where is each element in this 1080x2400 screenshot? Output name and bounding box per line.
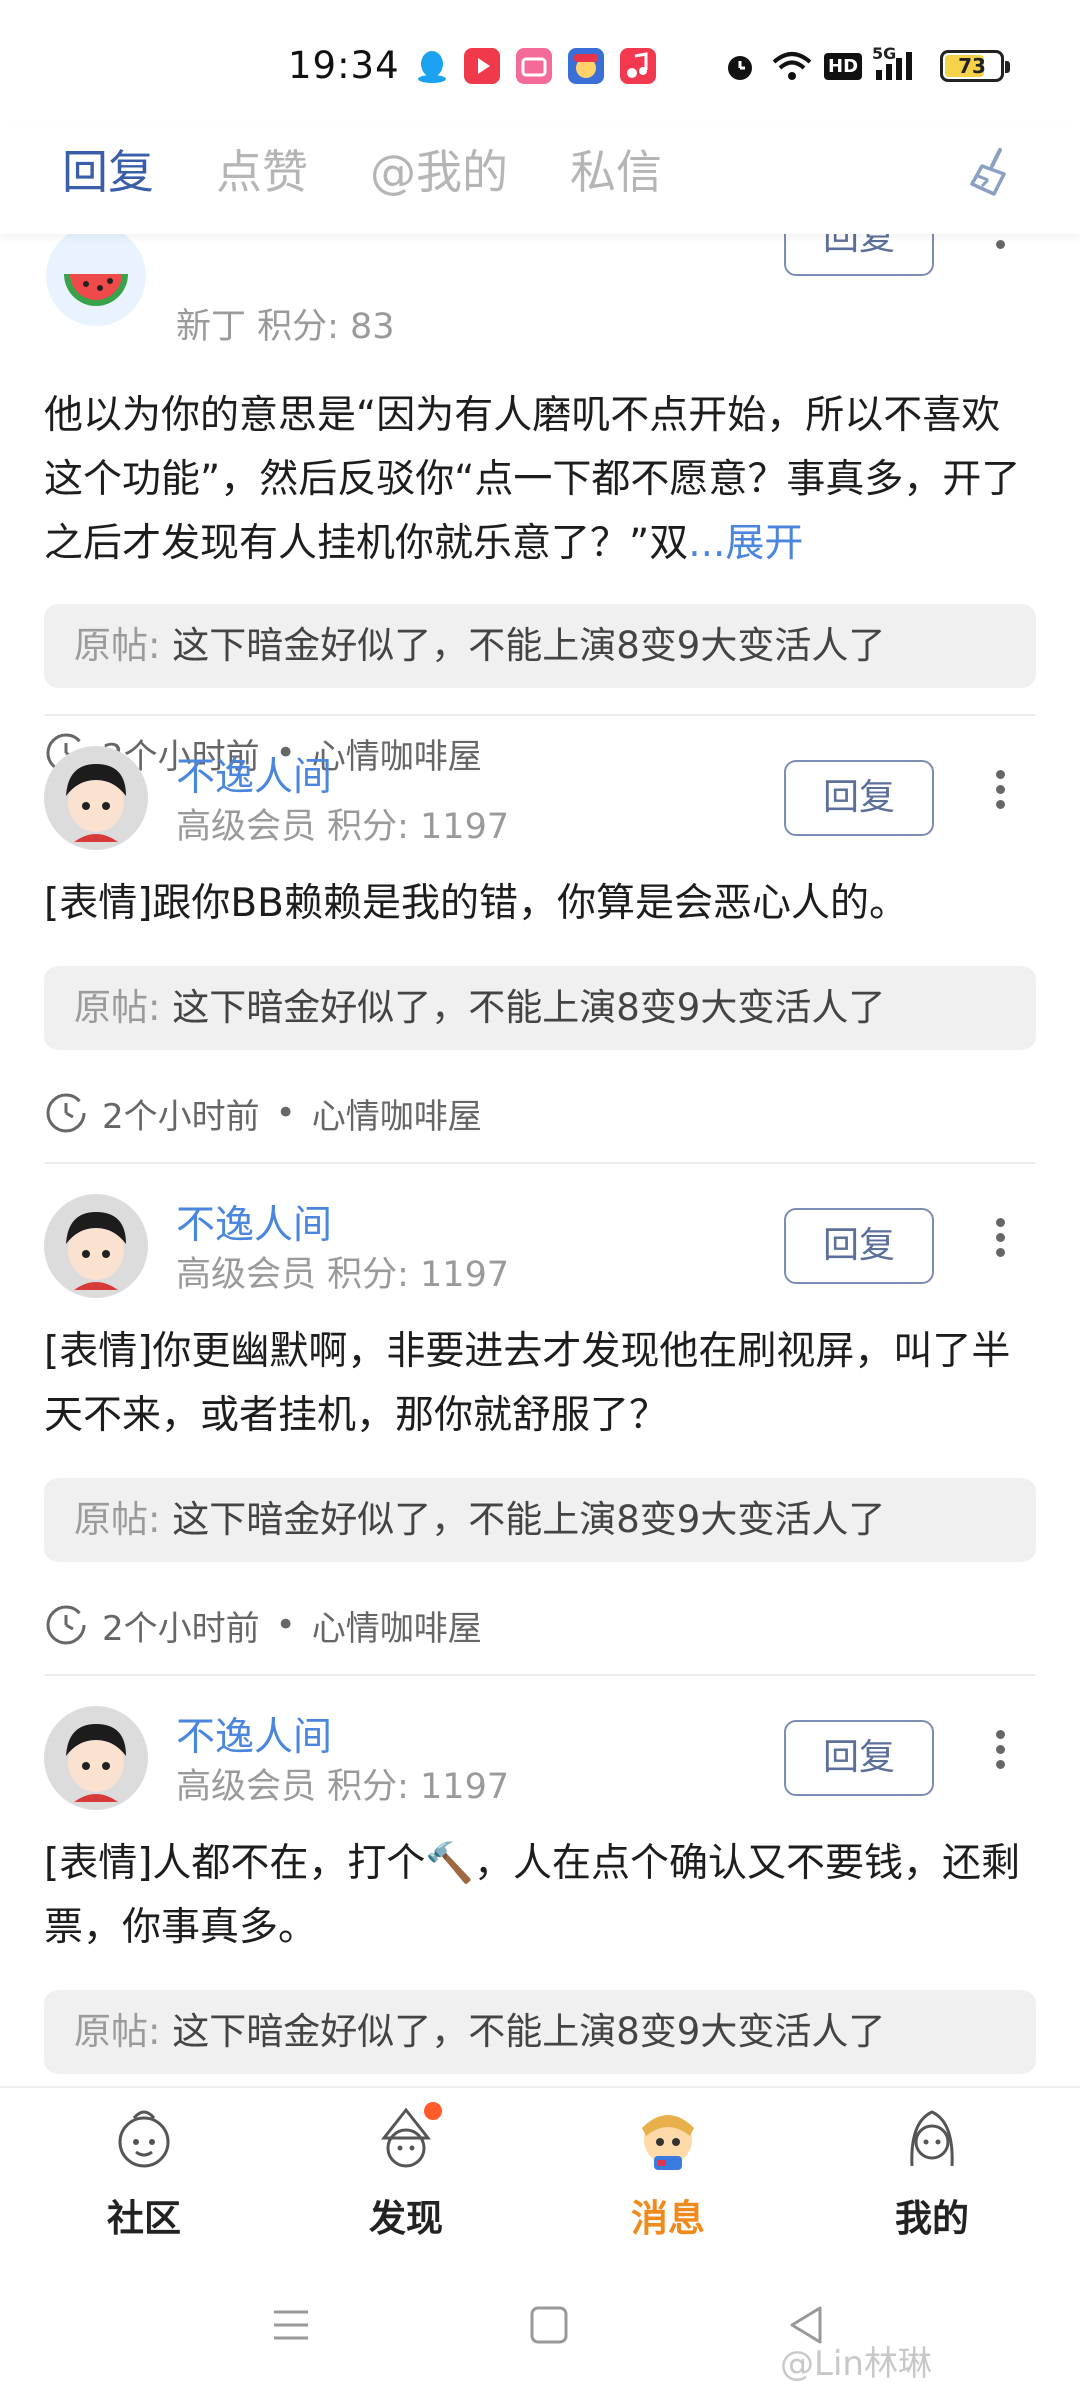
community-icon xyxy=(118,2110,170,2168)
reply-meta: 2个小时前 • 心情咖啡屋 xyxy=(44,1600,482,1650)
avatar[interactable] xyxy=(44,1194,148,1298)
reply-meta: 2个小时前 • 心情咖啡屋 xyxy=(44,1088,482,1138)
avatar[interactable] xyxy=(44,234,148,328)
original-post-label: 原帖: xyxy=(74,624,161,667)
nav-messages-label: 消息 xyxy=(631,2197,705,2240)
tab-reply[interactable]: 回复 xyxy=(62,136,154,202)
original-post-title: 这下暗金好似了，不能上演8变9大变活人了 xyxy=(172,2010,886,2053)
list-item[interactable]: 不逸人间 高级会员 积分: 1197 回复 [表情]跟你BB赖赖是我的错，你算是… xyxy=(44,746,1036,1166)
hd-icon: HD xyxy=(824,46,863,86)
nav-discover-label: 发现 xyxy=(369,2197,443,2240)
nav-profile[interactable]: 我的 xyxy=(852,2102,1012,2252)
user-meta: 新丁 积分: 83 xyxy=(176,307,395,347)
list-item[interactable]: 不逸人间 高级会员 积分: 1197 回复 [表情]你更幽默啊，非要进去才发现他… xyxy=(44,1194,1036,1674)
nav-profile-label: 我的 xyxy=(895,2197,969,2240)
nav-discover[interactable]: 发现 xyxy=(326,2102,486,2252)
colg-icon xyxy=(568,48,604,84)
reply-time: 2个小时前 xyxy=(102,1608,260,1649)
reply-text-content: 他以为你的意思是“因为有人磨叽不点开始，所以不喜欢这个功能”，然后反驳你“点一下… xyxy=(44,393,1021,566)
more-options-icon[interactable] xyxy=(990,1724,1010,1784)
more-options-icon[interactable] xyxy=(990,764,1010,824)
broom-clear-icon[interactable] xyxy=(964,144,1020,200)
bottom-navigation: 社区 发现 消息 我的 xyxy=(0,2086,1080,2256)
reply-button[interactable]: 回复 xyxy=(784,760,934,836)
system-navigation-bar: @Lin林琳 xyxy=(0,2256,1080,2400)
user-meta: 高级会员 积分: 1197 xyxy=(176,1255,510,1295)
original-post-label: 原帖: xyxy=(74,986,161,1029)
notification-badge xyxy=(424,2102,442,2120)
message-icon xyxy=(642,2115,694,2170)
tab-private-messages[interactable]: 私信 xyxy=(570,136,662,202)
qq-icon xyxy=(414,48,450,84)
board-name[interactable]: 心情咖啡屋 xyxy=(312,1601,482,1650)
reply-list: 回复 新丁 积分: 83 他以为你的意思是“因为有人磨叽不点开始，所以不喜欢这个… xyxy=(0,234,1080,2086)
reply-text[interactable]: [表情]人都不在，打个🔨，人在点个确认又不要钱，还剩票，你事真多。 xyxy=(44,1832,1036,1960)
original-post[interactable]: 原帖: 这下暗金好似了，不能上演8变9大变活人了 xyxy=(44,1990,1036,2074)
reply-button[interactable]: 回复 xyxy=(784,1208,934,1284)
board-name[interactable]: 心情咖啡屋 xyxy=(312,1089,482,1138)
original-post[interactable]: 原帖: 这下暗金好似了，不能上演8变9大变活人了 xyxy=(44,1478,1036,1562)
profile-icon xyxy=(910,2110,954,2167)
reply-text[interactable]: 他以为你的意思是“因为有人磨叽不点开始，所以不喜欢这个功能”，然后反驳你“点一下… xyxy=(44,384,1036,576)
menu-icon[interactable] xyxy=(266,2300,316,2350)
music-app-icon xyxy=(620,48,656,84)
original-post-label: 原帖: xyxy=(74,1498,161,1541)
battery-percent: 73 xyxy=(958,54,986,78)
more-options-icon[interactable] xyxy=(990,1212,1010,1272)
user-meta: 高级会员 积分: 1197 xyxy=(176,1767,510,1807)
nav-community-label: 社区 xyxy=(107,2197,181,2240)
wifi-icon xyxy=(770,46,814,86)
reply-button[interactable]: 回复 xyxy=(784,1720,934,1796)
status-bar: 19:34 HD 5G 73 xyxy=(0,0,1080,128)
original-post-label: 原帖: xyxy=(74,2010,161,2053)
nav-messages[interactable]: 消息 xyxy=(588,2102,748,2252)
user-name[interactable]: 不逸人间 xyxy=(176,1706,332,1762)
reply-time: 2个小时前 xyxy=(102,1096,260,1137)
divider xyxy=(44,1162,1036,1164)
user-name[interactable]: 不逸人间 xyxy=(176,746,332,802)
avatar[interactable] xyxy=(44,1706,148,1810)
divider xyxy=(44,714,1036,716)
tab-likes[interactable]: 点赞 xyxy=(216,136,308,202)
clock-icon xyxy=(46,1093,86,1133)
status-time: 19:34 xyxy=(288,44,400,87)
expand-link[interactable]: ...展开 xyxy=(688,521,803,566)
user-meta: 高级会员 积分: 1197 xyxy=(176,807,510,847)
nav-community[interactable]: 社区 xyxy=(64,2102,224,2252)
signal-icon: 5G xyxy=(872,44,922,86)
home-icon[interactable] xyxy=(524,2300,574,2350)
original-post-title: 这下暗金好似了，不能上演8变9大变活人了 xyxy=(172,986,886,1029)
original-post-title: 这下暗金好似了，不能上演8变9大变活人了 xyxy=(172,1498,886,1541)
original-post-title: 这下暗金好似了，不能上演8变9大变活人了 xyxy=(172,624,886,667)
reply-text[interactable]: [表情]跟你BB赖赖是我的错，你算是会恶心人的。 xyxy=(44,872,1036,936)
watermark: @Lin林琳 xyxy=(780,2344,932,2384)
battery-icon: 73 xyxy=(940,50,1010,82)
divider xyxy=(44,1674,1036,1676)
reply-text[interactable]: [表情]你更幽默啊，非要进去才发现他在刷视屏，叫了半天不来，或者挂机，那你就舒服… xyxy=(44,1320,1036,1448)
video-app-icon xyxy=(464,48,500,84)
avatar[interactable] xyxy=(44,746,148,850)
bilibili-icon xyxy=(516,48,552,84)
original-post[interactable]: 原帖: 这下暗金好似了，不能上演8变9大变活人了 xyxy=(44,966,1036,1050)
list-item[interactable]: 不逸人间 高级会员 积分: 1197 回复 [表情]人都不在，打个🔨，人在点个确… xyxy=(44,1706,1036,2086)
tab-mentions[interactable]: @我的 xyxy=(370,136,508,202)
reply-button[interactable]: 回复 xyxy=(784,234,934,276)
alarm-icon xyxy=(722,46,758,86)
message-tab-bar: 回复 点赞 @我的 私信 xyxy=(0,128,1080,234)
clock-icon xyxy=(46,1605,86,1645)
user-name[interactable]: 不逸人间 xyxy=(176,1194,332,1250)
more-options-icon[interactable] xyxy=(990,234,1010,264)
original-post[interactable]: 原帖: 这下暗金好似了，不能上演8变9大变活人了 xyxy=(44,604,1036,688)
